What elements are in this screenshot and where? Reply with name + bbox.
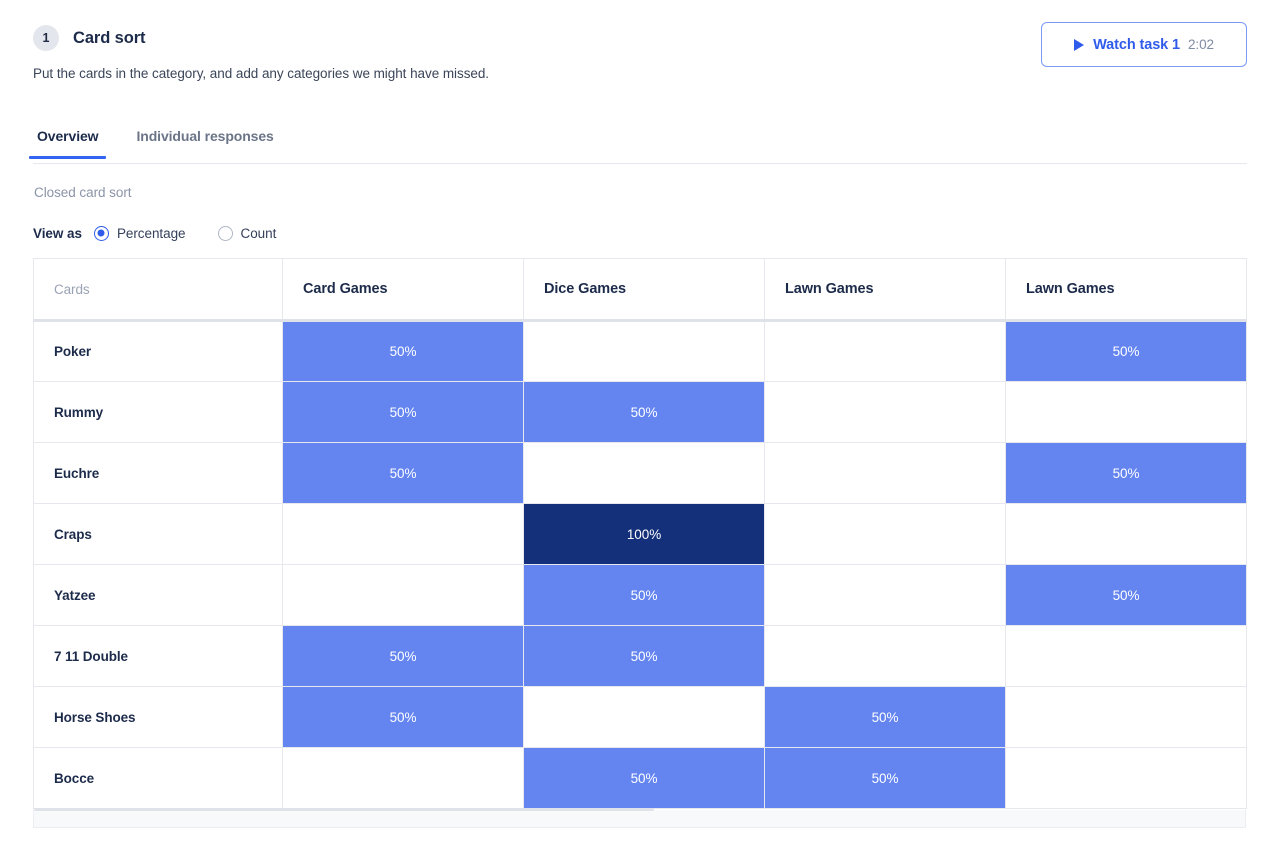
- table-row: Euchre 50% 50%: [33, 442, 1247, 504]
- radio-option-count[interactable]: Count: [217, 225, 277, 241]
- card-label: 7 11 Double: [33, 625, 283, 687]
- card-label: Craps: [33, 503, 283, 565]
- radio-count-label: Count: [240, 225, 277, 241]
- radio-option-percentage[interactable]: Percentage: [93, 225, 186, 241]
- card-sort-results-page: 1 Card sort Put the cards in the categor…: [0, 0, 1280, 858]
- matrix-cell[interactable]: [1005, 747, 1247, 809]
- matrix-cell[interactable]: 50%: [1005, 564, 1247, 626]
- matrix-cell[interactable]: [282, 503, 524, 565]
- matrix-cell[interactable]: 50%: [1005, 442, 1247, 504]
- radio-percentage-label: Percentage: [116, 225, 186, 241]
- matrix-cell[interactable]: 50%: [1005, 320, 1247, 382]
- matrix-cell[interactable]: 50%: [764, 686, 1006, 748]
- matrix-cell[interactable]: [523, 320, 765, 382]
- card-label: Bocce: [33, 747, 283, 809]
- table-header-row: Cards Card Games Dice Games Lawn Games L…: [33, 258, 1247, 322]
- matrix-cell[interactable]: [523, 442, 765, 504]
- task-header: 1 Card sort Put the cards in the categor…: [33, 22, 1247, 82]
- play-icon: [1074, 38, 1085, 51]
- matrix-cell[interactable]: [764, 442, 1006, 504]
- matrix-cell[interactable]: [282, 564, 524, 626]
- card-label: Poker: [33, 320, 283, 382]
- card-label: Rummy: [33, 381, 283, 443]
- matrix-cell[interactable]: 50%: [282, 381, 524, 443]
- matrix-cell[interactable]: [764, 320, 1006, 382]
- radio-count-indicator[interactable]: [217, 225, 233, 241]
- task-description: Put the cards in the category, and add a…: [33, 66, 490, 81]
- matrix-cell[interactable]: 100%: [523, 503, 765, 565]
- table-row: 7 11 Double 50% 50%: [33, 625, 1247, 687]
- matrix-cell[interactable]: [764, 503, 1006, 565]
- column-header-category-2: Lawn Games: [764, 258, 1006, 322]
- task-number-badge: 1: [33, 25, 59, 51]
- card-sort-matrix-wrapper: Cards Card Games Dice Games Lawn Games L…: [33, 258, 1247, 809]
- card-label: Yatzee: [33, 564, 283, 626]
- card-label: Horse Shoes: [33, 686, 283, 748]
- table-row: Bocce 50% 50%: [33, 747, 1247, 809]
- view-as-control: View as Percentage Count: [33, 223, 308, 243]
- watch-task-button[interactable]: Watch task 1 2:02: [1041, 22, 1247, 67]
- table-row: Craps 100%: [33, 503, 1247, 565]
- table-row: Yatzee 50% 50%: [33, 564, 1247, 626]
- tab-overview[interactable]: Overview: [28, 128, 107, 159]
- card-sort-type-label: Closed card sort: [34, 185, 132, 200]
- horizontal-scrollbar[interactable]: [33, 808, 1246, 828]
- column-header-category-0: Card Games: [282, 258, 524, 322]
- matrix-cell[interactable]: [282, 747, 524, 809]
- matrix-cell[interactable]: [764, 381, 1006, 443]
- table-row: Rummy 50% 50%: [33, 381, 1247, 443]
- matrix-cell[interactable]: 50%: [523, 625, 765, 687]
- matrix-cell[interactable]: 50%: [523, 747, 765, 809]
- matrix-cell[interactable]: 50%: [523, 564, 765, 626]
- watch-task-label: Watch task 1: [1093, 36, 1181, 53]
- matrix-cell[interactable]: [764, 625, 1006, 687]
- table-row: Poker 50% 50%: [33, 320, 1247, 382]
- page-title: Card sort: [73, 28, 146, 47]
- matrix-cell[interactable]: [1005, 625, 1247, 687]
- results-tabs: Overview Individual responses: [28, 128, 1247, 164]
- matrix-cell[interactable]: [764, 564, 1006, 626]
- table-body: Poker 50% 50% Rummy 50% 50% Euchre 50% 50% Craps 1…: [33, 320, 1247, 809]
- matrix-cell[interactable]: [1005, 381, 1247, 443]
- matrix-cell[interactable]: [1005, 503, 1247, 565]
- card-label: Euchre: [33, 442, 283, 504]
- watch-task-duration: 2:02: [1188, 37, 1214, 52]
- matrix-cell[interactable]: 50%: [282, 625, 524, 687]
- matrix-cell[interactable]: 50%: [523, 381, 765, 443]
- column-header-cards: Cards: [33, 258, 283, 322]
- matrix-cell[interactable]: [1005, 686, 1247, 748]
- column-header-category-3: Lawn Games: [1005, 258, 1247, 322]
- table-row: Horse Shoes 50% 50%: [33, 686, 1247, 748]
- horizontal-scrollbar-thumb[interactable]: [34, 808, 654, 811]
- tab-individual-responses[interactable]: Individual responses: [132, 128, 277, 158]
- card-sort-matrix: Cards Card Games Dice Games Lawn Games L…: [33, 258, 1247, 809]
- matrix-cell[interactable]: 50%: [282, 442, 524, 504]
- column-header-category-1: Dice Games: [523, 258, 765, 322]
- matrix-cell[interactable]: 50%: [282, 686, 524, 748]
- matrix-cell[interactable]: 50%: [764, 747, 1006, 809]
- table-header: Cards Card Games Dice Games Lawn Games L…: [33, 258, 1247, 322]
- matrix-cell[interactable]: 50%: [282, 320, 524, 382]
- matrix-cell[interactable]: [523, 686, 765, 748]
- view-as-label: View as: [33, 225, 82, 241]
- radio-percentage-indicator[interactable]: [93, 225, 109, 241]
